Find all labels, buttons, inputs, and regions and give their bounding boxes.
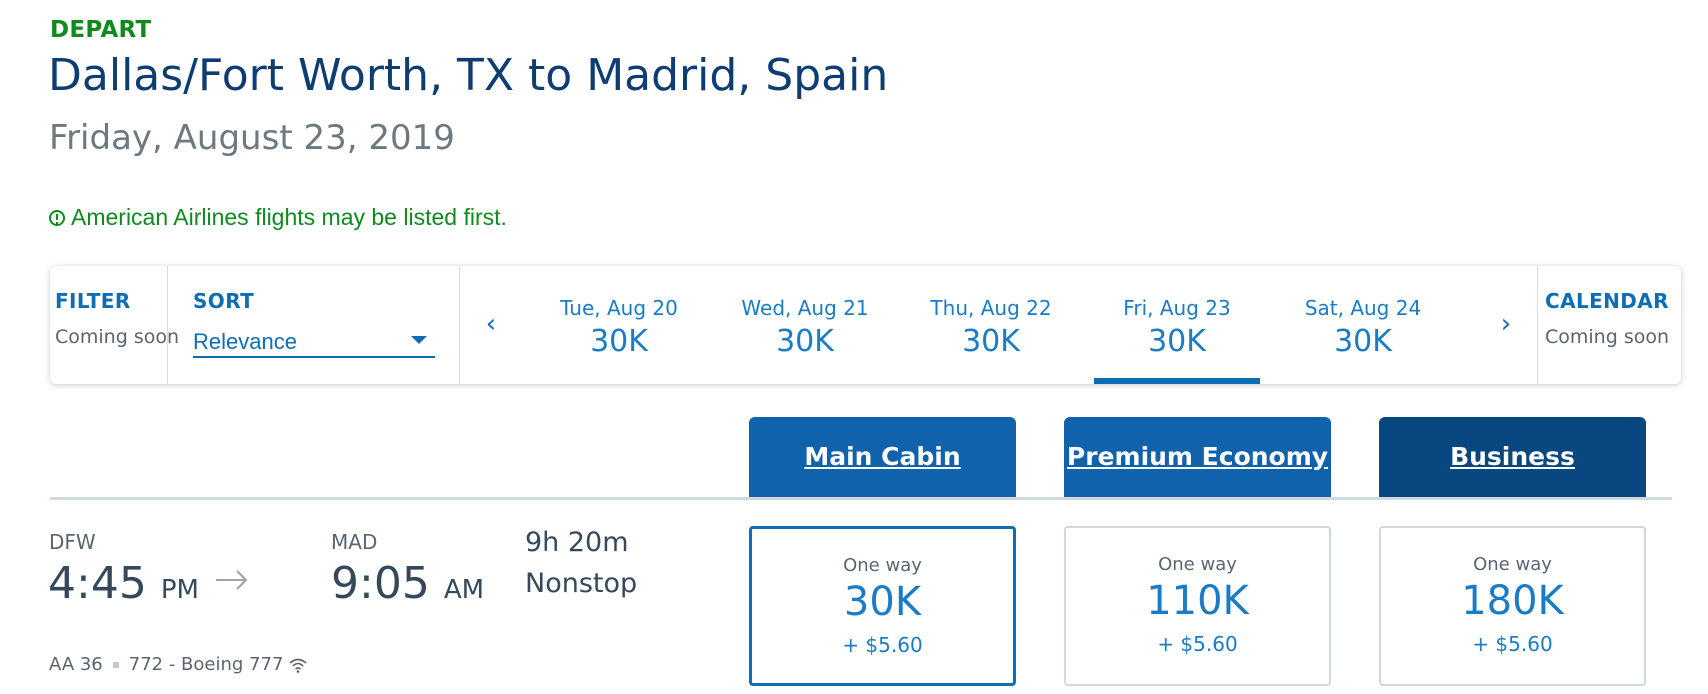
fare-points: 110K — [1146, 578, 1249, 624]
flight-stops: Nonstop — [525, 568, 638, 599]
separator-dot — [112, 661, 119, 668]
header-separator — [50, 497, 1672, 500]
arrival-time: 9:05 AM — [331, 558, 484, 609]
departure-time: 4:45 PM — [48, 558, 199, 609]
main-cabin-fare[interactable]: One way 30K + $5.60 — [749, 526, 1016, 686]
date-tab-selected[interactable]: Fri, Aug 23 30K — [1084, 266, 1270, 384]
wifi-icon — [289, 658, 307, 673]
fare-taxes: + $5.60 — [1472, 632, 1553, 656]
date-tab-label: Fri, Aug 23 — [1123, 296, 1231, 320]
date-tab-price: 30K — [590, 324, 648, 359]
sort-section: SORT Relevance — [50, 266, 460, 384]
date-tab[interactable]: Thu, Aug 22 30K — [898, 266, 1084, 384]
date-tab-price: 30K — [1334, 324, 1392, 359]
date-tab-label: Thu, Aug 22 — [930, 296, 1052, 320]
aircraft-type: 772 - Boeing 777 — [128, 654, 284, 675]
business-header[interactable]: Business — [1379, 417, 1646, 499]
alert-icon — [49, 209, 65, 226]
flight-details[interactable]: AA 36 772 - Boeing 777 — [49, 654, 307, 675]
fare-taxes: + $5.60 — [1157, 632, 1238, 656]
business-fare[interactable]: One way 180K + $5.60 — [1379, 526, 1646, 686]
previous-dates-button[interactable]: ‹ — [476, 306, 506, 342]
arrow-right-icon — [216, 570, 248, 590]
sort-dropdown[interactable]: Relevance — [193, 326, 435, 358]
flight-duration: 9h 20m — [525, 527, 629, 558]
fare-points: 30K — [843, 579, 922, 625]
caret-down-icon — [411, 336, 427, 344]
origin-code: DFW — [49, 530, 96, 554]
destination-code: MAD — [331, 530, 378, 554]
premium-economy-fare[interactable]: One way 110K + $5.60 — [1064, 526, 1331, 686]
calendar-status: Coming soon — [1545, 326, 1670, 348]
main-cabin-header[interactable]: Main Cabin — [749, 417, 1016, 499]
date-tab-price: 30K — [962, 324, 1020, 359]
fare-type: One way — [1158, 554, 1237, 575]
sort-value: Relevance — [193, 329, 297, 354]
date-tab-label: Sat, Aug 24 — [1304, 296, 1422, 320]
fare-type: One way — [843, 555, 922, 576]
departure-ampm: PM — [160, 575, 199, 605]
date-tab[interactable]: Sat, Aug 24 30K — [1270, 266, 1456, 384]
selected-indicator — [1094, 378, 1260, 384]
date-tab-label: Tue, Aug 20 — [560, 296, 678, 320]
arrival-ampm: AM — [443, 575, 485, 605]
next-dates-button[interactable]: › — [1491, 306, 1521, 342]
route-title: Dallas/Fort Worth, TX to Madrid, Spain — [48, 50, 889, 101]
notice-text: American Airlines flights may be listed … — [71, 204, 507, 230]
date-tab-label: Wed, Aug 21 — [741, 296, 869, 320]
fare-points: 180K — [1461, 578, 1564, 624]
date-tab[interactable]: Tue, Aug 20 30K — [526, 266, 712, 384]
calendar-heading: CALENDAR — [1545, 289, 1669, 313]
departure-time-value: 4:45 — [48, 558, 147, 609]
divider — [459, 266, 460, 384]
sort-heading: SORT — [193, 289, 255, 313]
premium-economy-header[interactable]: Premium Economy — [1064, 417, 1331, 499]
arrival-time-value: 9:05 — [331, 558, 430, 609]
info-notice: American Airlines flights may be listed … — [49, 204, 507, 231]
flight-number: AA 36 — [49, 654, 103, 675]
calendar-section[interactable]: CALENDAR Coming soon — [1538, 266, 1681, 384]
depart-label: DEPART — [50, 17, 152, 43]
date-tab-price: 30K — [776, 324, 834, 359]
results-toolbar: FILTER Coming soon SORT Relevance ‹ Tue,… — [50, 266, 1681, 384]
fare-type: One way — [1473, 554, 1552, 575]
date-tab-price: 30K — [1148, 324, 1206, 359]
travel-date: Friday, August 23, 2019 — [49, 118, 455, 158]
date-tab[interactable]: Wed, Aug 21 30K — [712, 266, 898, 384]
fare-taxes: + $5.60 — [842, 633, 923, 657]
